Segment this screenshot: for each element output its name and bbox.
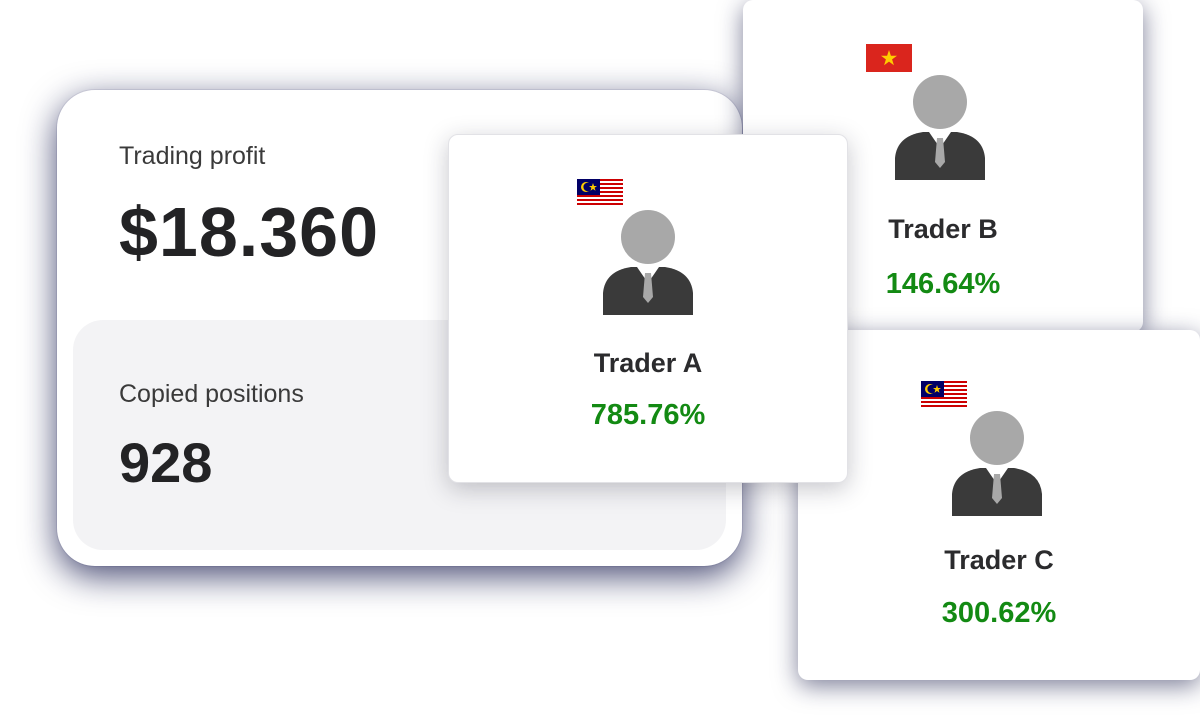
user-avatar-icon	[603, 210, 693, 315]
vietnam-flag-icon	[866, 44, 912, 72]
trader-card-c[interactable]: Trader C 300.62%	[798, 330, 1200, 680]
malaysia-flag-icon	[921, 381, 967, 409]
trader-card-a[interactable]: Trader A 785.76%	[448, 134, 848, 483]
trading-profit-value: $18.360	[119, 193, 380, 271]
trading-profit-label: Trading profit	[119, 142, 266, 170]
trader-return: 300.62%	[941, 597, 1057, 629]
trader-return: 785.76%	[590, 399, 706, 431]
copied-positions-value: 928	[119, 431, 213, 494]
trader-name: Trader C	[944, 545, 1054, 575]
malaysia-flag-icon	[577, 179, 623, 207]
user-avatar-icon	[895, 75, 985, 180]
trader-name: Trader A	[593, 348, 703, 378]
copy-trading-showcase: Trading profit $18.360 Copied positions …	[0, 0, 1200, 718]
user-avatar-icon	[952, 411, 1042, 516]
copied-positions-label: Copied positions	[119, 380, 304, 408]
